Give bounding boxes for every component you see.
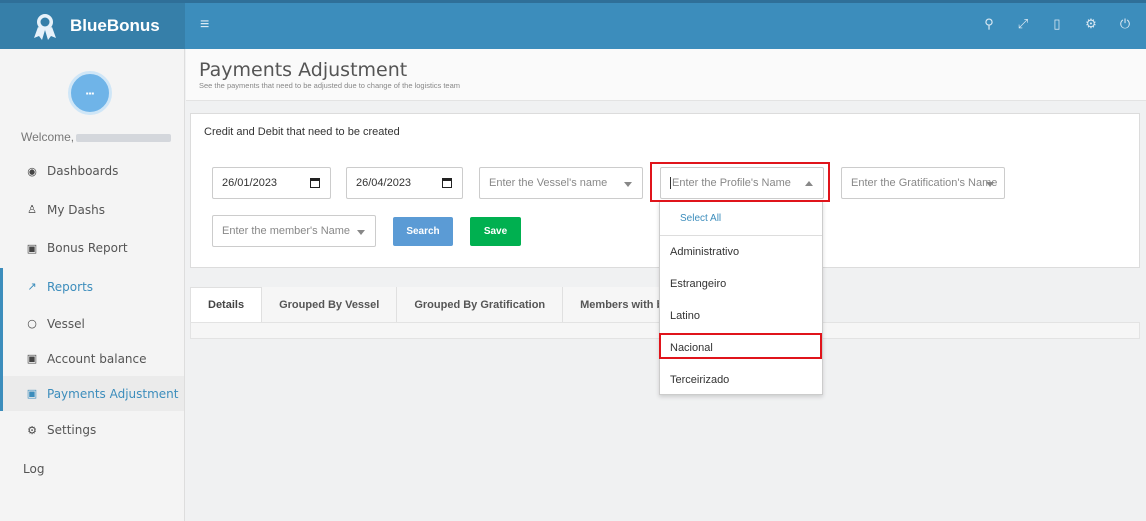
sidebar-item-label: My Dashs [47,202,105,217]
redacted-username [76,133,172,142]
sidebar-item-label: Dashboards [47,164,119,179]
top-navbar: BlueBonus ≡ ⚲ ⤢ ▯ ⚙ ⏻ [0,0,1146,49]
money-icon: ▣ [26,241,38,255]
page-title: Payments Adjustment [199,59,408,81]
sidebar-item-reports[interactable]: ↗ Reports [0,267,184,306]
brand-logo[interactable]: BlueBonus [0,3,185,49]
sidebar-item-log[interactable]: Log [0,450,184,489]
sidebar-item-label: Vessel [47,316,85,331]
gratification-select[interactable]: Enter the Gratification's Name [841,167,1005,199]
date-from-value: 26/01/2023 [222,177,278,189]
sidebar-item-my-dashs[interactable]: ♙ My Dashs [0,191,184,230]
chart-icon: ↗ [27,280,37,294]
sidebar-item-label: Payments Adjustment [47,386,179,401]
dropdown-option-administrativo[interactable]: Administrativo [660,236,822,268]
sidebar-item-account-balance[interactable]: ▣ Account balance [0,341,184,376]
search-icon[interactable]: ⚲ [982,16,996,32]
chevron-down-icon [986,182,994,187]
vessel-select[interactable]: Enter the Vessel's name [479,167,643,199]
member-placeholder: Enter the member's Name [222,225,351,237]
vessel-placeholder: Enter the Vessel's name [489,177,608,189]
cogs-icon[interactable]: ⚙ [1084,16,1098,32]
menu-toggle-icon[interactable]: ≡ [200,16,209,34]
date-from-input[interactable]: 26/01/2023 [212,167,331,199]
welcome-text: Welcome, [21,130,172,144]
search-button[interactable]: Search [393,217,453,246]
sidebar-item-label: Settings [47,423,97,438]
sidebar-item-label: Reports [47,279,94,294]
sidebar-item-payments-adjustment[interactable]: ▣ Payments Adjustment [0,376,184,411]
mobile-icon[interactable]: ▯ [1050,16,1064,32]
calendar-icon[interactable] [442,178,452,188]
user-icon: ♙ [27,203,37,217]
brand-name: BlueBonus [70,16,160,35]
save-button[interactable]: Save [470,217,521,246]
tab-grouped-by-vessel[interactable]: Grouped By Vessel [262,287,398,322]
chevron-down-icon [624,182,632,187]
power-icon[interactable]: ⏻ [1118,16,1132,32]
sidebar-item-label: Bonus Report [47,241,128,256]
cogs-icon: ⚙ [27,423,37,437]
highlight-profile-select [650,162,830,202]
avatar[interactable]: ▪▪▪ [68,71,112,115]
profile-dropdown-menu: Select All Administrativo Estrangeiro La… [659,201,823,395]
sidebar-menu: ◉ Dashboards ♙ My Dashs ▣ Bonus Report ↗… [0,152,184,488]
member-select[interactable]: Enter the member's Name [212,215,376,247]
tab-grouped-by-gratification[interactable]: Grouped By Gratification [397,287,564,322]
calendar-icon[interactable] [310,178,320,188]
gratification-placeholder: Enter the Gratification's Name [851,177,998,189]
money-icon: ▣ [26,352,38,365]
sidebar-item-dashboards[interactable]: ◉ Dashboards [0,152,184,191]
chevron-down-icon [357,230,365,235]
dropdown-option-latino[interactable]: Latino [660,300,822,332]
sidebar-item-bonus-report[interactable]: ▣ Bonus Report [0,229,184,268]
circle-icon: ○ [27,317,37,330]
award-icon [34,14,56,40]
dropdown-option-terceirizado[interactable]: Terceirizado [660,364,822,396]
dropdown-option-estrangeiro[interactable]: Estrangeiro [660,268,822,300]
sidebar-item-label: Log [23,461,45,476]
sidebar-item-settings[interactable]: ⚙ Settings [0,411,184,450]
sidebar: ▪▪▪ Welcome, ◉ Dashboards ♙ My Dashs ▣ B… [0,49,185,521]
sidebar-item-label: Account balance [47,351,147,366]
sidebar-item-vessel[interactable]: ○ Vessel [0,306,184,341]
money-icon: ▣ [26,387,38,400]
filters-box-title: Credit and Debit that need to be created [204,126,400,138]
highlight-nacional-option [659,333,822,359]
expand-icon[interactable]: ⤢ [1016,16,1030,32]
dashboard-icon: ◉ [27,164,37,178]
date-to-value: 26/04/2023 [356,177,412,189]
tab-details[interactable]: Details [190,287,263,322]
page-header: Payments Adjustment See the payments tha… [186,49,1146,101]
select-all-option[interactable]: Select All [660,202,822,236]
date-to-input[interactable]: 26/04/2023 [346,167,463,199]
page-subtitle: See the payments that need to be adjuste… [199,81,461,90]
